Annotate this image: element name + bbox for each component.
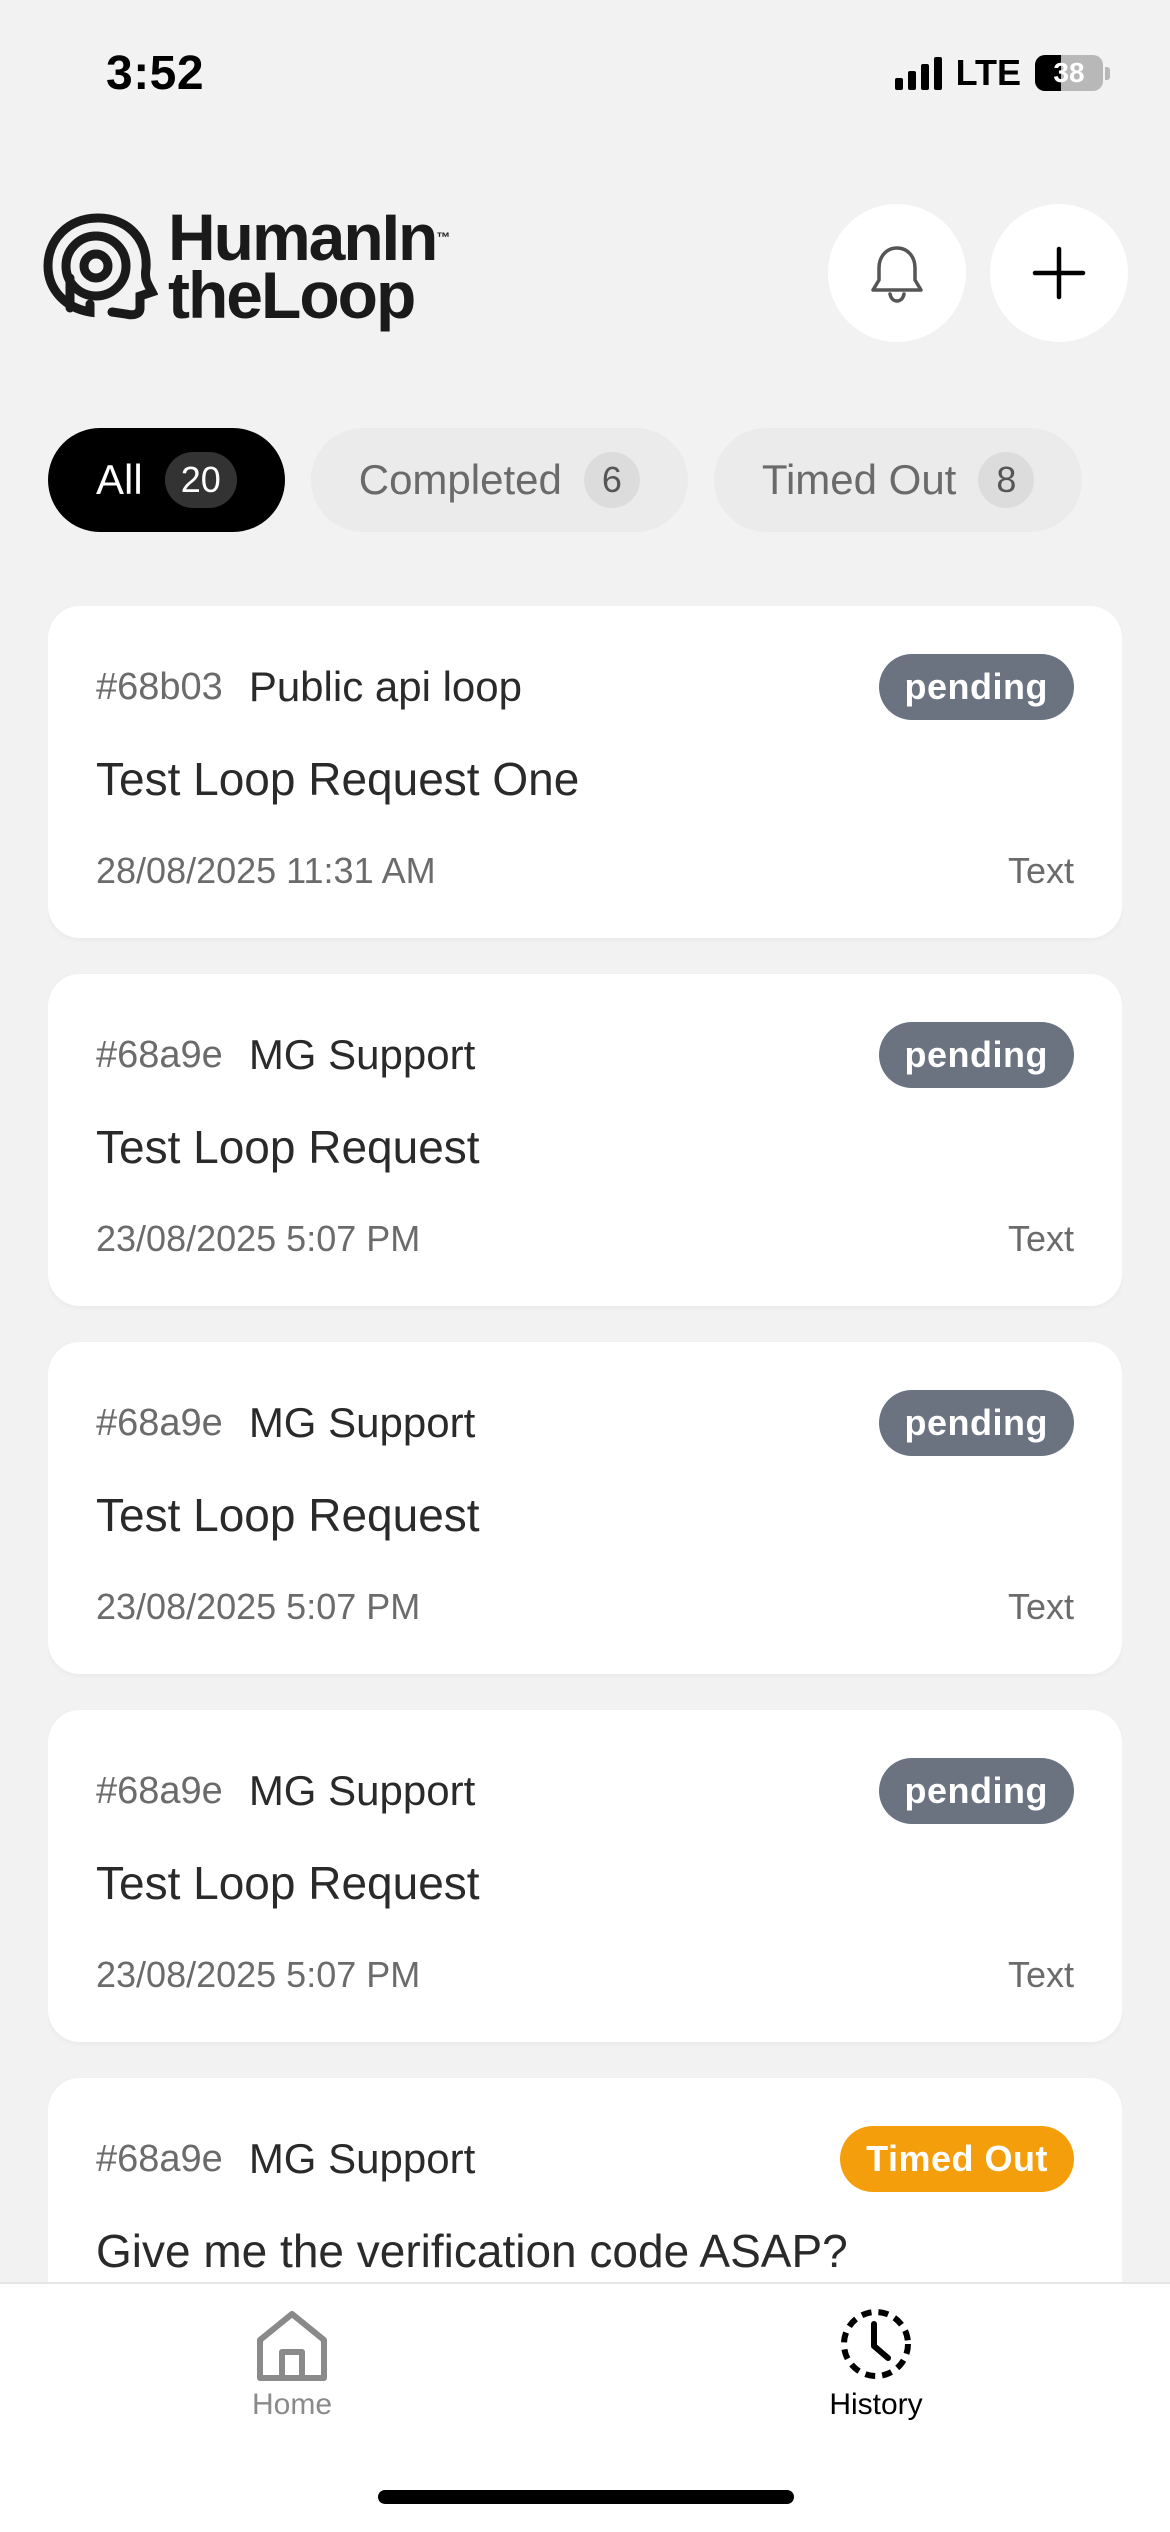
request-title: Test Loop Request [96,1489,480,1541]
tab-completed[interactable]: Completed 6 [310,428,688,532]
tab-count: 6 [583,452,640,508]
status-indicators: LTE 38 [894,52,1110,94]
status-badge: pending [878,1390,1074,1456]
bell-icon [871,246,923,303]
request-type: Text [1007,1218,1074,1259]
card-footer: 28/08/2025 11:31 AM Text [96,850,1074,892]
loop-name: MG Support [248,2135,476,2182]
request-title: Test Loop Request [96,1857,480,1909]
status-bar: 3:52 LTE 38 [0,0,1170,150]
app-logo: HumanIn™ theLoop [40,204,451,332]
battery-icon: 38 [1035,55,1103,91]
nav-home-label: Home [251,2388,333,2421]
request-id: #68a9e [96,1769,223,1812]
request-id: #68a9e [96,1401,223,1444]
tab-label: Timed Out [761,456,957,503]
card-header: #68a9e MG Support pending [96,1758,1074,1824]
request-timestamp: 23/08/2025 5:07 PM [96,1218,421,1259]
card-header: #68b03 Public api loop pending [96,654,1074,720]
request-timestamp: 23/08/2025 5:07 PM [96,1586,421,1627]
loop-name: MG Support [248,1399,476,1446]
request-timestamp: 23/08/2025 5:07 PM [96,1954,421,1995]
request-card[interactable]: #68a9e MG Support pending Test Loop Requ… [48,1710,1122,2042]
notifications-button[interactable] [828,204,966,342]
home-indicator [378,2490,794,2504]
logo-head-icon [43,213,158,320]
status-time: 3:52 [106,47,205,100]
nav-history[interactable]: History [766,2304,986,2422]
loop-name: Public api loop [248,663,522,710]
request-id: #68a9e [96,2137,223,2180]
request-type: Text [1007,1586,1074,1627]
logo-trademark: ™ [436,229,451,245]
tab-timed-out[interactable]: Timed Out 8 [713,428,1083,532]
request-card[interactable]: #68a9e MG Support pending Test Loop Requ… [48,1342,1122,1674]
tab-count: 20 [164,452,237,508]
card-header: #68a9e MG Support pending [96,1390,1074,1456]
card-header: #68a9e MG Support Timed Out [96,2126,1074,2192]
tab-all[interactable]: All 20 [48,428,285,532]
request-card[interactable]: #68a9e MG Support Timed Out Give me the … [48,2078,1122,2282]
status-badge: Timed Out [840,2126,1074,2192]
request-type: Text [1007,850,1074,891]
logo-wordmark: HumanIn™ theLoop [168,204,451,332]
tab-count: 8 [978,452,1035,508]
request-card[interactable]: #68b03 Public api loop pending Test Loop… [48,606,1122,938]
request-list: #68b03 Public api loop pending Test Loop… [48,606,1122,2282]
network-label: LTE [955,52,1021,93]
history-icon [841,2309,911,2379]
home-icon [257,2311,327,2381]
card-footer: 23/08/2025 5:07 PM Text [96,1954,1074,1996]
plus-icon [1032,246,1086,300]
loop-name: MG Support [248,1031,476,1078]
request-title: Test Loop Request One [96,753,580,805]
battery-level: 38 [1053,57,1085,88]
nav-home[interactable]: Home [182,2304,402,2422]
add-request-button[interactable] [990,204,1128,342]
card-footer: 23/08/2025 5:07 PM Text [96,1586,1074,1628]
signal-icon [894,56,942,90]
request-id: #68a9e [96,1033,223,1076]
request-card[interactable]: #68a9e MG Support pending Test Loop Requ… [48,974,1122,1306]
loop-name: MG Support [248,1767,476,1814]
request-timestamp: 28/08/2025 11:31 AM [96,850,436,891]
request-type: Text [1007,1954,1074,1995]
card-footer: 23/08/2025 5:07 PM Text [96,1218,1074,1260]
tab-label: Completed [358,456,562,503]
filter-tabs: All 20 Completed 6 Timed Out 8 [48,428,1083,532]
tab-label: All [96,456,143,503]
logo-line2: theLoop [168,258,416,332]
request-id: #68b03 [96,665,223,708]
status-badge: pending [878,654,1074,720]
request-title: Give me the verification code ASAP? [96,2225,848,2277]
card-header: #68a9e MG Support pending [96,1022,1074,1088]
request-title: Test Loop Request [96,1121,480,1173]
status-badge: pending [878,1758,1074,1824]
nav-history-label: History [829,2388,923,2421]
status-badge: pending [878,1022,1074,1088]
battery-nub [1105,66,1110,80]
